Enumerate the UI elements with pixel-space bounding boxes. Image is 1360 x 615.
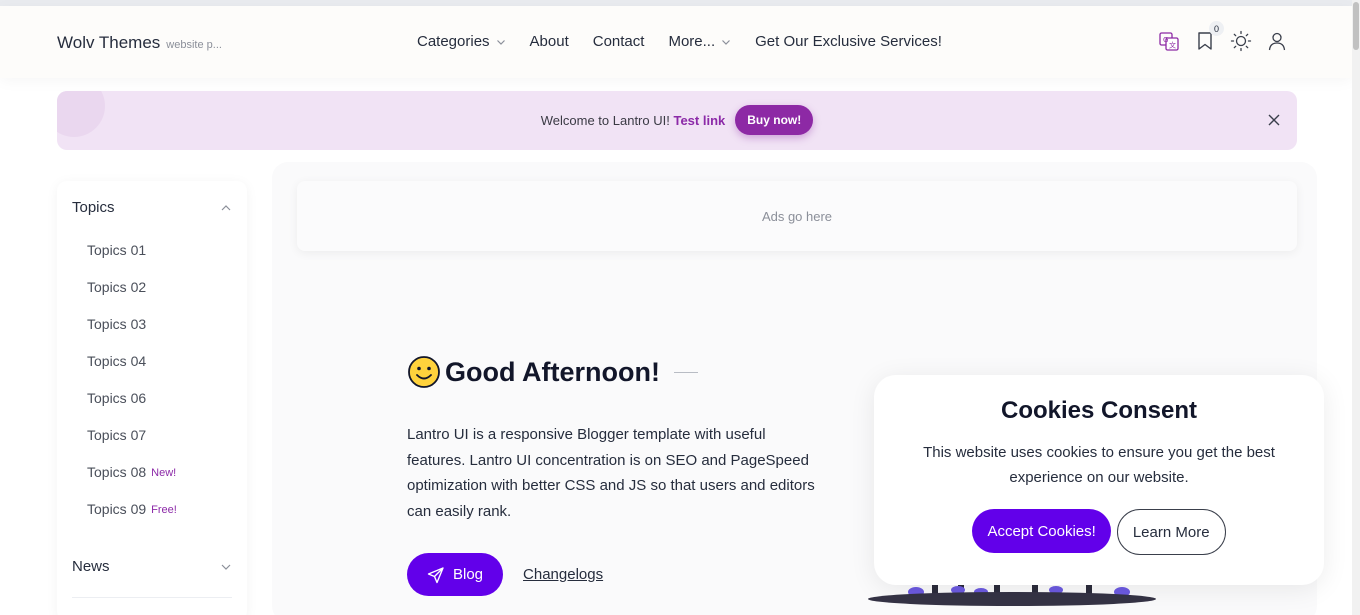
translate-icon[interactable]: G文 [1158,30,1180,52]
topics-list: Topics 01 Topics 02 Topics 03 Topics 04 … [87,242,177,538]
brand-description: website p... [166,39,222,51]
nav-item-more[interactable]: More... [668,33,731,50]
nav-item-about[interactable]: About [530,33,569,50]
sidebar-item-topics-03[interactable]: Topics 03 [87,316,177,353]
announcement-bar: Welcome to Lantro UI! Test link Buy now! [57,91,1297,150]
cookie-actions: Accept Cookies! Learn More [874,509,1324,555]
announcement-content: Welcome to Lantro UI! Test link Buy now! [57,105,1297,135]
greeting-title: Good Afternoon! [445,356,660,387]
site-header: Wolv Themes website p... Categories Abou… [0,6,1352,78]
user-icon[interactable] [1266,30,1288,52]
new-tag: New! [151,467,177,479]
chevron-down-icon [221,564,231,570]
ads-placeholder: Ads go here [297,181,1297,251]
cookie-text: This website uses cookies to ensure you … [923,444,1275,486]
chevron-down-icon [496,39,505,45]
sidebar-item-topics-09[interactable]: Topics 09 Free! [87,501,177,538]
page-scrollbar[interactable] [1352,0,1360,615]
free-tag: Free! [151,504,177,516]
svg-text:文: 文 [1169,41,1176,50]
sidebar-item-topics-07[interactable]: Topics 07 [87,427,177,464]
topics-section-header[interactable]: Topics [72,199,232,216]
sidebar-item-topics-01[interactable]: Topics 01 [87,242,177,279]
buy-now-button[interactable]: Buy now! [735,105,814,135]
close-icon[interactable] [1267,113,1281,127]
sidebar-divider [72,597,232,598]
chevron-up-icon [221,204,231,210]
accept-cookies-button[interactable]: Accept Cookies! [972,509,1111,553]
changelogs-link[interactable]: Changelogs [523,566,603,583]
topics-heading: Topics [72,199,115,216]
learn-more-button[interactable]: Learn More [1116,509,1226,555]
nav-item-label: More... [668,33,716,50]
svg-text:G: G [1163,36,1168,44]
test-link[interactable]: Test link [673,113,725,128]
sidebar-item-topics-06[interactable]: Topics 06 [87,390,177,427]
announcement-text: Welcome to Lantro UI! Test link [540,112,726,128]
brand-name[interactable]: Wolv Themes [57,33,160,53]
blog-button[interactable]: Blog [407,553,504,596]
hero-actions: Blog Changelogs [407,553,603,596]
theme-toggle-icon[interactable] [1230,30,1252,52]
sidebar-item-topics-08[interactable]: Topics 08 New! [87,464,177,501]
greeting: Good Afternoon! [407,355,698,389]
send-icon [427,566,444,583]
bookmark-count-badge: 0 [1209,21,1224,36]
smiley-emoji-icon [408,356,440,388]
news-heading: News [72,558,110,575]
nav-item-categories[interactable]: Categories [417,33,506,50]
nav-item-label: About [529,33,569,50]
nav-item-label: Get Our Exclusive Services! [755,33,942,50]
cookie-title: Cookies Consent [1000,397,1198,424]
sidebar-item-topics-02[interactable]: Topics 02 [87,279,177,316]
intro-text: Lantro UI is a responsive Blogger templa… [407,426,815,520]
nav-item-services[interactable]: Get Our Exclusive Services! [755,33,942,50]
scrollbar-thumb[interactable] [1353,2,1359,50]
cookie-consent-dialog: Cookies Consent This website uses cookie… [874,375,1324,585]
brand[interactable]: Wolv Themes website p... [57,33,222,53]
nav-item-contact[interactable]: Contact [593,33,645,50]
header-actions: G文 0 [1158,21,1288,52]
nav-item-label: Categories [417,33,490,50]
news-section-header[interactable]: News [72,558,232,575]
bookmark-icon[interactable]: 0 [1194,21,1224,52]
nav-item-label: Contact [592,33,645,50]
sidebar-item-topics-04[interactable]: Topics 04 [87,353,177,390]
blog-button-label: Blog [453,566,484,583]
sidebar: Topics Topics 01 Topics 02 Topics 03 Top… [57,181,247,615]
chevron-down-icon [722,39,731,45]
main-nav: Categories About Contact More... Get Our… [417,33,942,50]
greeting-dash [673,371,698,373]
